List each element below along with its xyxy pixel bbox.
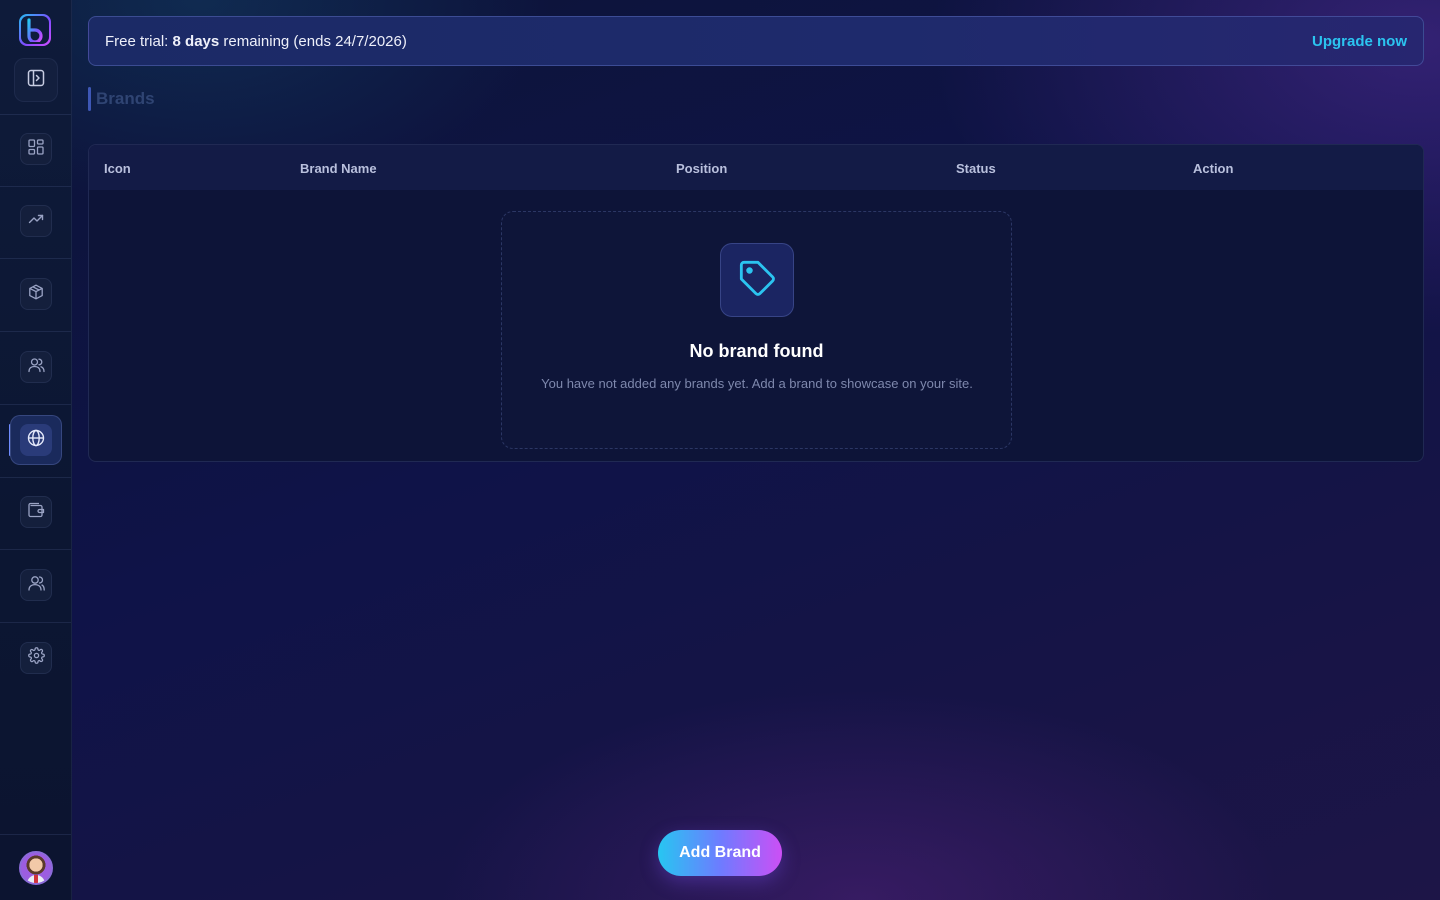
sidebar	[0, 0, 72, 900]
empty-state-title: No brand found	[689, 341, 824, 361]
app-logo[interactable]	[19, 14, 51, 46]
trial-banner-text: Free trial: 8 days remaining (ends 24/7/…	[105, 33, 407, 50]
trial-suffix: remaining (ends 24/7/2026)	[219, 33, 407, 50]
sidebar-divider	[0, 834, 71, 835]
sidebar-divider	[0, 114, 71, 115]
upgrade-now-link[interactable]: Upgrade now	[1312, 33, 1407, 50]
sidebar-toggle-icon	[27, 69, 45, 92]
column-header-status: Status	[956, 161, 996, 176]
sidebar-item-website[interactable]	[10, 415, 62, 465]
app-logo-b-icon	[21, 16, 49, 44]
sidebar-divider	[0, 477, 71, 478]
package-box-icon	[28, 284, 44, 305]
empty-state-description: You have not added any brands yet. Add a…	[541, 376, 973, 391]
sidebar-item-team[interactable]	[20, 569, 52, 601]
column-header-action: Action	[1193, 161, 1234, 176]
settings-gear-icon	[27, 647, 45, 669]
sidebar-toggle-button[interactable]	[14, 58, 58, 102]
user-avatar[interactable]	[19, 851, 53, 885]
team-users-icon	[27, 575, 45, 596]
page-header: Brands	[88, 87, 155, 111]
avatar-tie	[34, 875, 38, 883]
column-header-position: Position	[676, 161, 728, 176]
sidebar-divider	[0, 186, 71, 187]
trial-days: 8 days	[172, 33, 220, 50]
sidebar-divider	[0, 404, 71, 405]
sidebar-item-customers[interactable]	[20, 351, 52, 383]
sidebar-item-wallet[interactable]	[20, 496, 52, 528]
empty-state: No brand found You have not added any br…	[501, 211, 1012, 449]
empty-state-icon-box	[720, 243, 794, 317]
trial-prefix: Free trial:	[105, 33, 173, 50]
column-header-icon: Icon	[104, 161, 131, 176]
page-title: Brands	[96, 89, 155, 108]
title-accent-bar	[88, 87, 91, 111]
globe-icon	[27, 429, 45, 452]
sidebar-divider	[0, 331, 71, 332]
add-brand-button[interactable]: Add Brand	[658, 830, 782, 876]
brands-table: Icon Brand Name Position Status Action N…	[88, 144, 1424, 462]
sidebar-item-settings[interactable]	[20, 642, 52, 674]
sidebar-divider	[0, 622, 71, 623]
column-header-brand-name: Brand Name	[300, 161, 377, 176]
sidebar-divider	[0, 549, 71, 550]
sidebar-item-products[interactable]	[20, 278, 52, 310]
table-header: Icon Brand Name Position Status Action	[89, 145, 1423, 190]
trending-up-icon	[28, 211, 44, 232]
trial-banner: Free trial: 8 days remaining (ends 24/7/…	[88, 16, 1424, 66]
users-icon	[27, 357, 45, 378]
tag-icon	[737, 258, 777, 303]
wallet-icon	[27, 502, 45, 523]
sidebar-item-dashboard[interactable]	[20, 133, 52, 165]
sidebar-item-analytics[interactable]	[20, 205, 52, 237]
dashboard-grid-icon	[28, 138, 44, 160]
sidebar-divider	[0, 258, 71, 259]
